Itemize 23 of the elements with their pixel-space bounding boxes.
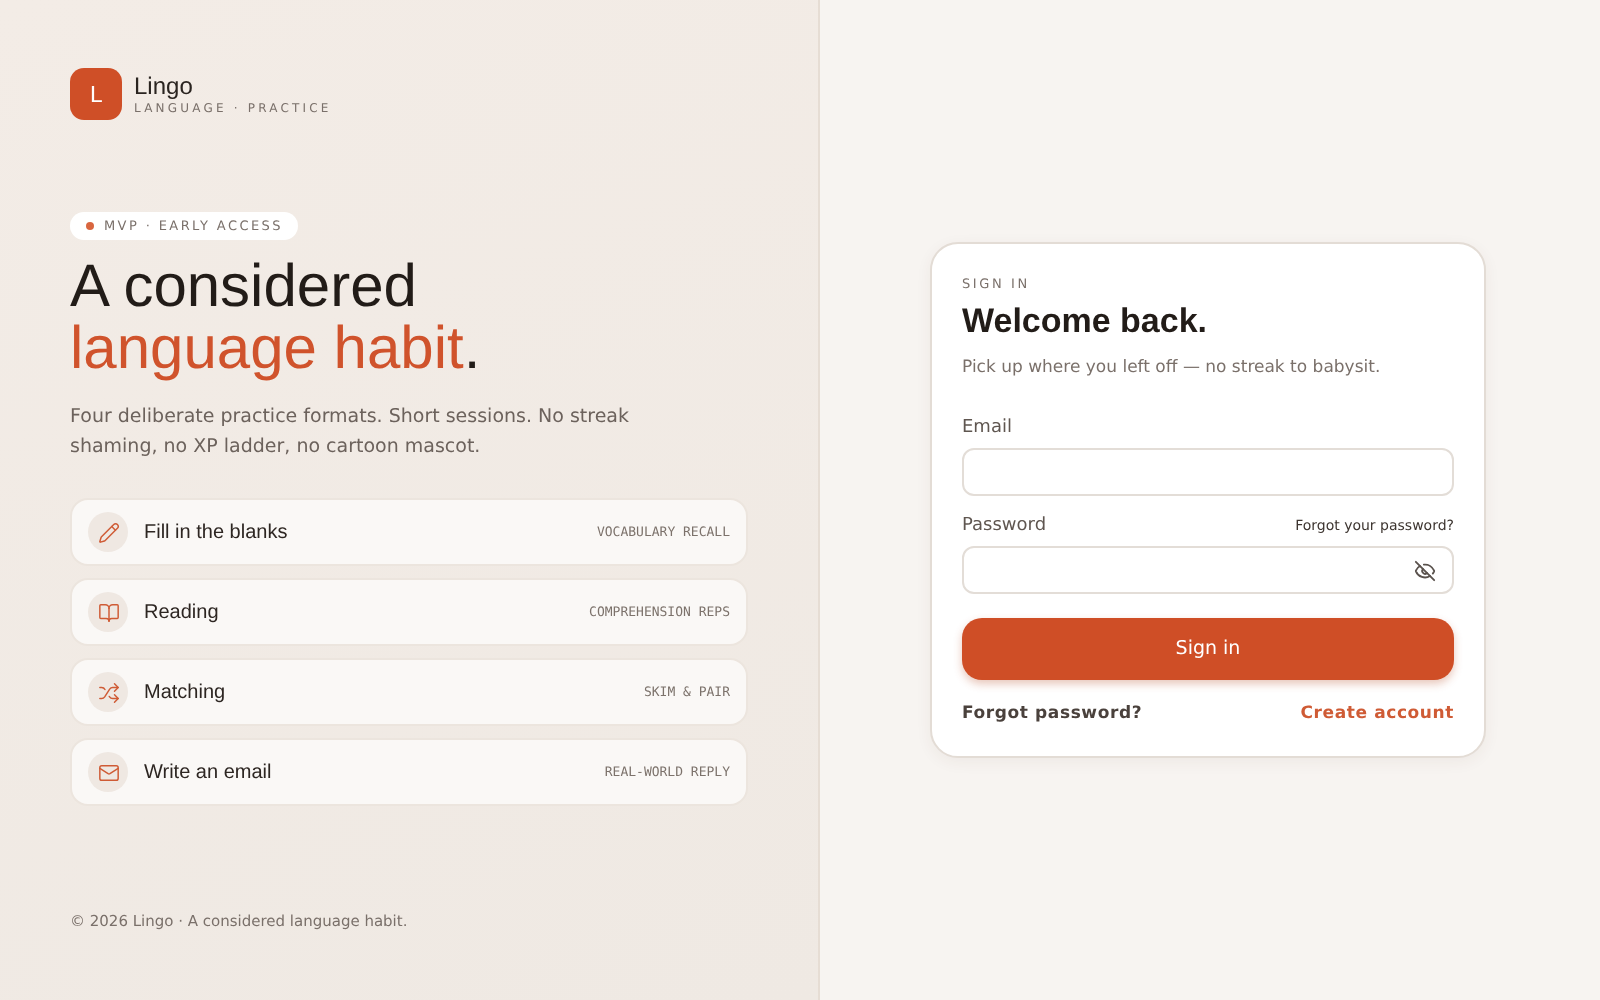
feature-title: Matching (144, 681, 228, 703)
email-field[interactable] (962, 448, 1454, 496)
email-label: Email (962, 418, 1012, 438)
feature-title: Reading (144, 601, 221, 623)
password-field[interactable] (962, 546, 1454, 594)
password-label: Password (962, 516, 1047, 536)
card-title: Welcome back. (962, 302, 1210, 342)
hero-heading: A considered language habit. (70, 256, 483, 380)
logo: L (70, 68, 122, 120)
shuffle-icon (88, 672, 128, 712)
feature-title: Write an email (144, 761, 274, 783)
pencil-icon (88, 512, 128, 552)
book-icon (88, 592, 128, 632)
sign-in-button[interactable]: Sign in (962, 618, 1454, 680)
intro-text: Four deliberate practice formats. Short sessions. No streak shaming, no XP ladder, no cartoon mascot. (70, 404, 631, 462)
brand-name: Lingo (134, 72, 195, 100)
create-account-link[interactable]: Create account (1300, 704, 1454, 724)
eye-off-icon[interactable] (1414, 559, 1436, 581)
mail-icon (88, 752, 128, 792)
feature-title: Fill in the blanks (144, 521, 290, 543)
badge-dot-icon (86, 222, 94, 230)
forgot-password-link[interactable]: Forgot password? (962, 704, 1143, 724)
card-subtitle: Pick up where you left off — no streak to babysit. (962, 358, 1383, 378)
